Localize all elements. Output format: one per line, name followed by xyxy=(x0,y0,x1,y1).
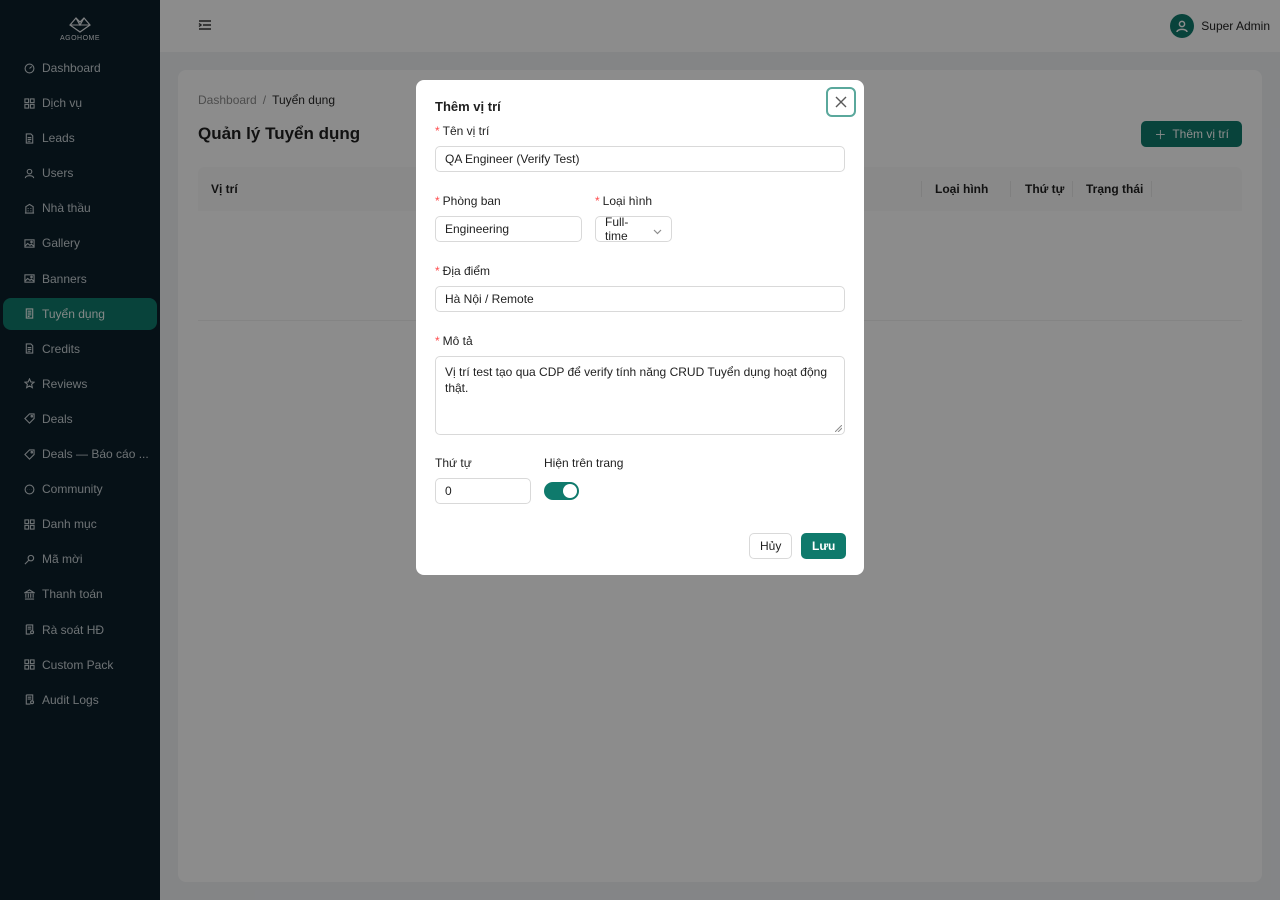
description-label: * Mô tả xyxy=(435,334,473,348)
modal-title: Thêm vị trí xyxy=(435,99,501,114)
visible-label: Hiện trên trang xyxy=(544,456,624,470)
location-input[interactable]: Hà Nội / Remote xyxy=(435,286,845,312)
chevron-down-icon xyxy=(653,225,662,234)
order-label: Thứ tự xyxy=(435,456,472,470)
resize-handle-icon[interactable] xyxy=(835,425,842,432)
type-select-value: Full-time xyxy=(605,215,629,243)
description-text: Vị trí test tạo qua CDP để verify tính n… xyxy=(445,365,828,395)
required-mark: * xyxy=(435,124,440,138)
required-mark: * xyxy=(435,264,440,278)
toggle-knob xyxy=(563,484,577,498)
location-label-text: Địa điểm xyxy=(442,264,491,278)
description-label-text: Mô tả xyxy=(442,334,473,348)
order-input[interactable]: 0 xyxy=(435,478,531,504)
department-label: * Phòng ban xyxy=(435,194,501,208)
department-label-text: Phòng ban xyxy=(442,194,501,208)
required-mark: * xyxy=(435,334,440,348)
close-icon xyxy=(835,96,847,108)
type-label-text: Loại hình xyxy=(602,194,653,208)
required-mark: * xyxy=(595,194,600,208)
required-mark: * xyxy=(435,194,440,208)
add-position-modal: Thêm vị trí * Tên vị trí QA Engineer (Ver… xyxy=(416,80,864,575)
save-button[interactable]: Lưu xyxy=(801,533,847,559)
position-name-input[interactable]: QA Engineer (Verify Test) xyxy=(435,146,845,172)
department-input[interactable]: Engineering xyxy=(435,216,582,242)
visible-toggle[interactable] xyxy=(544,482,579,500)
location-label: * Địa điểm xyxy=(435,264,490,278)
close-button[interactable] xyxy=(826,87,856,117)
type-label: * Loại hình xyxy=(595,194,652,208)
description-textarea[interactable]: Vị trí test tạo qua CDP để verify tính n… xyxy=(435,356,845,435)
name-label-text: Tên vị trí xyxy=(442,124,490,138)
type-select[interactable]: Full-time xyxy=(595,215,672,243)
name-label: * Tên vị trí xyxy=(435,124,489,138)
cancel-button[interactable]: Hủy xyxy=(749,533,793,559)
